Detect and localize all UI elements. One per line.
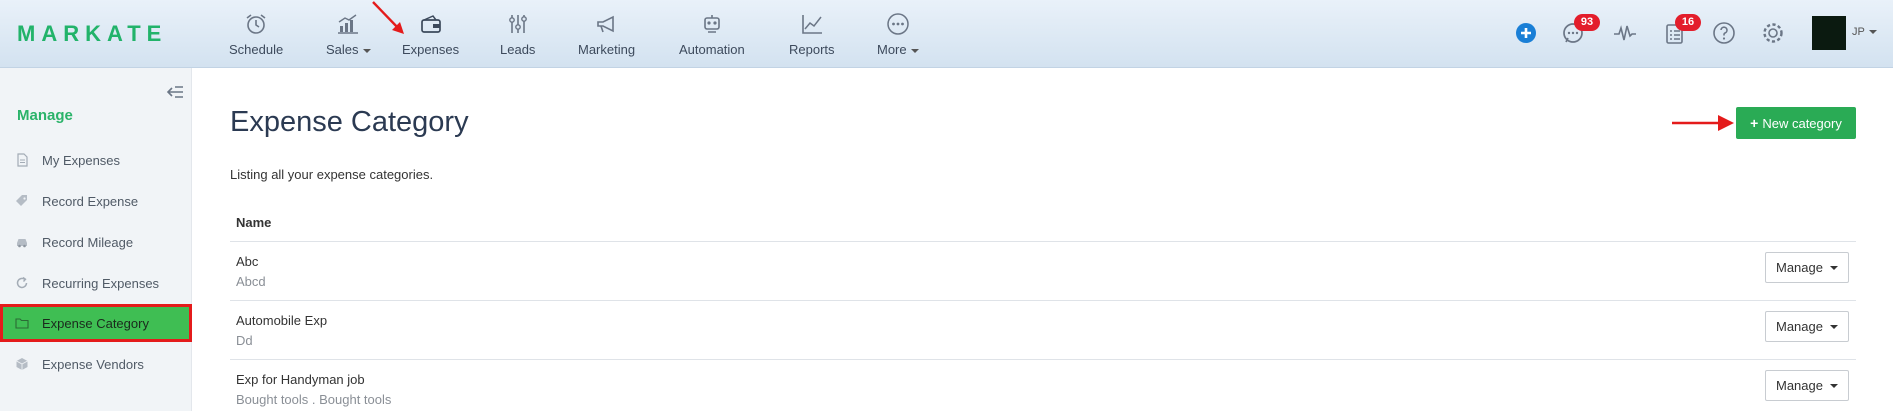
plus-icon: + <box>1750 115 1759 131</box>
nav-more-label: More <box>877 42 907 57</box>
megaphone-icon <box>596 15 614 33</box>
category-description: Bought tools . Bought tools <box>236 392 392 407</box>
nav-sales[interactable]: Sales <box>326 12 371 60</box>
nav-reports-label: Reports <box>789 42 835 57</box>
sidebar-item-record-mileage[interactable]: Record Mileage <box>0 223 192 261</box>
document-icon <box>17 153 28 167</box>
manage-button[interactable]: Manage <box>1765 370 1849 401</box>
nav-leads[interactable]: Leads <box>500 12 535 60</box>
chevron-down-icon <box>1829 383 1838 388</box>
manage-label: Manage <box>1776 260 1823 275</box>
sidebar-item-label: Record Expense <box>42 193 139 209</box>
sidebar-item-label: Recurring Expenses <box>42 275 160 291</box>
page-title: Expense Category <box>230 106 469 138</box>
category-name: Automobile Exp <box>236 313 328 328</box>
cube-icon <box>16 358 28 370</box>
sidebar-item-expense-vendors[interactable]: Expense Vendors <box>0 345 192 383</box>
table-divider <box>230 359 1856 360</box>
sidebar-item-label: My Expenses <box>42 152 121 168</box>
sidebar-item-label: Expense Category <box>42 315 149 331</box>
chevron-down-icon <box>1829 265 1838 270</box>
sidebar: Manage My Expenses Record Expense Record… <box>0 68 192 411</box>
column-header-name: Name <box>236 215 272 230</box>
category-description: Dd <box>236 333 253 348</box>
category-name: Abc <box>236 254 259 269</box>
nav-more[interactable]: More <box>877 12 919 60</box>
sidebar-item-label: Expense Vendors <box>42 356 144 372</box>
messages-badge: 93 <box>1574 14 1600 31</box>
manage-label: Manage <box>1776 319 1823 334</box>
tasks-badge: 16 <box>1675 14 1701 31</box>
table-divider <box>230 241 1856 242</box>
gear-icon <box>1763 23 1783 43</box>
table-divider <box>230 300 1856 301</box>
nav-sales-label: Sales <box>326 42 359 57</box>
manage-button[interactable]: Manage <box>1765 252 1849 283</box>
sales-chart-icon <box>338 14 359 34</box>
chevron-down-icon <box>910 48 919 53</box>
line-chart-icon <box>801 15 822 34</box>
wallet-icon <box>420 15 441 33</box>
messages-button[interactable]: 93 <box>1561 14 1600 46</box>
help-button[interactable] <box>1711 20 1737 46</box>
manage-button[interactable]: Manage <box>1765 311 1849 342</box>
chevron-down-icon <box>1829 324 1838 329</box>
question-circle-icon <box>1713 22 1735 44</box>
nav-leads-label: Leads <box>500 42 536 57</box>
user-menu[interactable]: JP <box>1852 26 1877 38</box>
user-initials: JP <box>1852 26 1865 38</box>
nav-reports[interactable]: Reports <box>789 12 835 60</box>
folder-icon <box>15 318 29 329</box>
collapse-sidebar-icon[interactable] <box>166 84 184 100</box>
car-icon <box>17 239 27 248</box>
avatar[interactable] <box>1812 16 1846 50</box>
sidebar-item-expense-category[interactable]: Expense Category <box>0 304 192 342</box>
annotation-arrow-icon <box>1672 115 1734 131</box>
chevron-down-icon <box>362 48 371 53</box>
sidebar-item-recurring-expenses[interactable]: Recurring Expenses <box>0 264 192 302</box>
chevron-down-icon <box>1868 30 1877 35</box>
sidebar-heading: Manage <box>17 107 73 124</box>
pulse-icon <box>1614 25 1636 41</box>
category-name: Exp for Handyman job <box>236 372 365 387</box>
page-subtitle: Listing all your expense categories. <box>230 167 434 182</box>
nav-automation[interactable]: Automation <box>679 12 745 60</box>
plus-circle-icon <box>1516 23 1536 43</box>
tasks-button[interactable]: 16 <box>1662 14 1701 46</box>
activity-button[interactable] <box>1612 20 1638 46</box>
top-navigation-bar: MARKATE Schedule Sales Expenses Leads Ma… <box>0 0 1893 68</box>
sliders-icon <box>508 15 527 33</box>
tag-icon <box>16 195 27 206</box>
more-dots-icon <box>887 13 909 35</box>
nav-expenses-label: Expenses <box>402 42 460 57</box>
alarm-clock-icon <box>246 14 266 34</box>
nav-marketing-label: Marketing <box>578 42 636 57</box>
app-logo[interactable]: MARKATE <box>17 21 167 47</box>
nav-schedule[interactable]: Schedule <box>229 12 283 60</box>
new-category-label: New category <box>1762 115 1842 131</box>
sidebar-item-label: Record Mileage <box>42 234 134 250</box>
sidebar-item-record-expense[interactable]: Record Expense <box>0 182 192 220</box>
settings-button[interactable] <box>1760 20 1786 46</box>
refresh-icon <box>16 276 28 289</box>
new-category-button[interactable]: + New category <box>1736 107 1856 139</box>
robot-icon <box>704 15 720 33</box>
nav-marketing[interactable]: Marketing <box>578 12 635 60</box>
nav-expenses[interactable]: Expenses <box>402 12 459 60</box>
nav-automation-label: Automation <box>679 42 745 57</box>
add-new-button[interactable] <box>1513 20 1539 46</box>
category-description: Abcd <box>236 274 266 289</box>
sidebar-item-my-expenses[interactable]: My Expenses <box>0 141 192 179</box>
manage-label: Manage <box>1776 378 1823 393</box>
annotation-arrow-icon <box>372 1 404 34</box>
nav-schedule-label: Schedule <box>229 42 284 57</box>
